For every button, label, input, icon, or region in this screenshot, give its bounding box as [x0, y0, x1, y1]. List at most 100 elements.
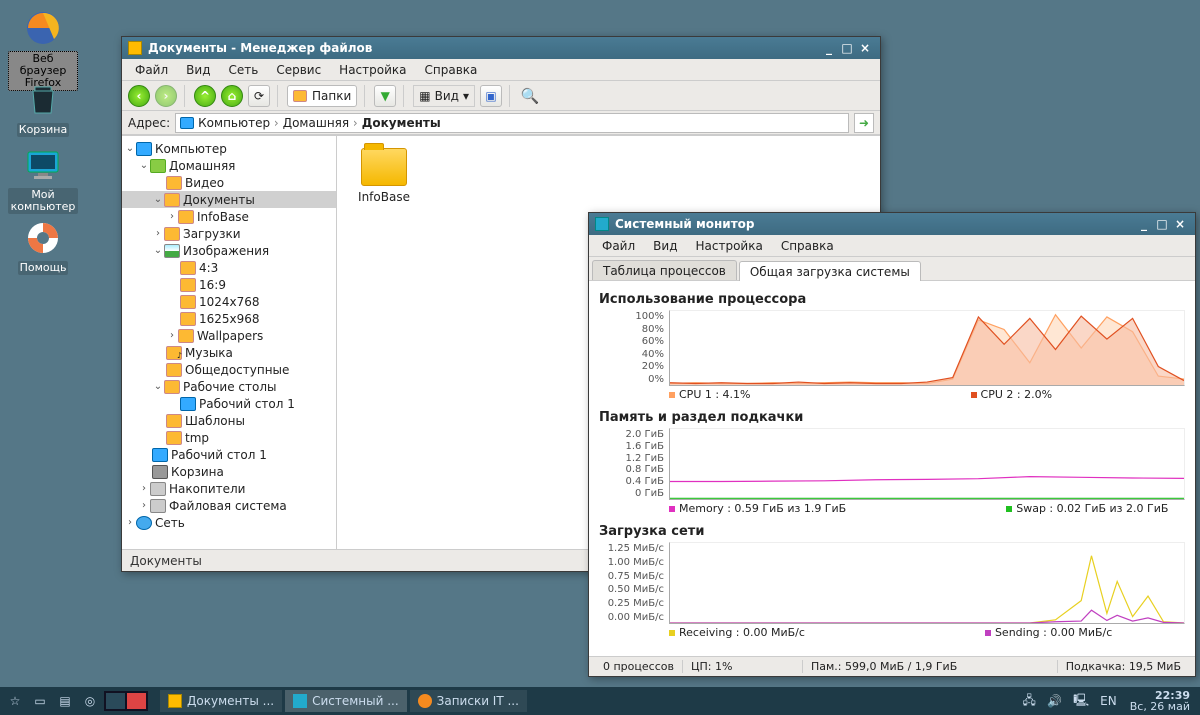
separator	[184, 85, 187, 107]
menu-tools[interactable]: Сервис	[269, 61, 328, 79]
tab-processes[interactable]: Таблица процессов	[592, 260, 737, 280]
menu-settings[interactable]: Настройка	[332, 61, 413, 79]
clock[interactable]: 22:39 Вс, 26 май	[1124, 690, 1196, 712]
monitor-status-bar: 0 процессов ЦП: 1% Пам.: 599,0 МиБ / 1,9…	[589, 656, 1195, 676]
separator	[277, 85, 280, 107]
search-button[interactable]: 🔍	[519, 85, 541, 107]
desktop-icon-label: Корзина	[17, 123, 69, 137]
menu-file[interactable]: Файл	[128, 61, 175, 79]
cpu-chart: 100%80%60%40%20%0%	[599, 310, 1185, 386]
firefox-icon	[23, 8, 63, 48]
desktop-icon-label: Мой компьютер	[8, 188, 78, 214]
monitor-icon	[293, 694, 307, 708]
section-cpu: Использование процессора	[599, 292, 1185, 307]
system-monitor-window: Системный монитор _ □ × Файл Вид Настрой…	[588, 212, 1196, 677]
section-net: Загрузка сети	[599, 524, 1185, 539]
go-button[interactable]: ➜	[854, 113, 874, 133]
lifebuoy-icon	[23, 218, 63, 258]
new-tab-button[interactable]: ▣	[480, 85, 502, 107]
folder-icon	[180, 261, 196, 275]
tray-volume-icon[interactable]: 🔊	[1043, 690, 1066, 712]
y-axis: 2.0 ГиБ1.6 ГиБ1.2 ГиБ0.8 ГиБ0.4 ГиБ0 ГиБ	[599, 428, 669, 500]
section-mem: Память и раздел подкачки	[599, 410, 1185, 425]
monitor-icon	[23, 145, 63, 185]
view-label: Вид	[435, 89, 459, 103]
grid-icon: ▦	[419, 89, 430, 103]
desktop-icon-computer[interactable]: Мой компьютер	[8, 145, 78, 214]
refresh-button[interactable]: ⟳	[248, 85, 270, 107]
menu-settings[interactable]: Настройка	[688, 237, 769, 255]
home-button[interactable]: ⌂	[221, 85, 243, 107]
keyboard-layout[interactable]: EN	[1096, 690, 1121, 712]
folders-toggle[interactable]: Папки	[287, 85, 357, 107]
separator	[509, 85, 512, 107]
folder-icon	[168, 694, 182, 708]
minimize-button[interactable]: _	[820, 41, 838, 55]
address-input[interactable]: Компьютер Домашняя Документы	[175, 113, 849, 133]
menu-help[interactable]: Справка	[418, 61, 485, 79]
mem-plot	[669, 428, 1185, 500]
file-item-infobase[interactable]: InfoBase	[349, 148, 419, 204]
desktop-icon-label: Помощь	[18, 261, 69, 275]
crumb-computer[interactable]: Компьютер	[198, 116, 279, 130]
close-button[interactable]: ×	[856, 41, 874, 55]
task-system-monitor[interactable]: Системный ...	[285, 690, 407, 712]
menu-help[interactable]: Справка	[774, 237, 841, 255]
forward-button[interactable]: ›	[155, 85, 177, 107]
computer-icon	[136, 142, 152, 156]
status-processes: 0 процессов	[595, 660, 683, 673]
menu-view[interactable]: Вид	[179, 61, 217, 79]
folder-icon	[180, 278, 196, 292]
view-mode[interactable]: ▦ Вид ▾	[413, 85, 475, 107]
desktop-icon-firefox[interactable]: Веб браузер Firefox	[8, 8, 78, 91]
folder-tree[interactable]: ⌄Компьютер ⌄Домашняя Видео ⌄Документы ›I…	[122, 136, 337, 549]
window-title: Системный монитор	[615, 217, 1135, 231]
maximize-button[interactable]: □	[838, 41, 856, 55]
menu-view[interactable]: Вид	[646, 237, 684, 255]
crumb-home[interactable]: Домашняя	[283, 116, 358, 130]
maximize-button[interactable]: □	[1153, 217, 1171, 231]
task-firefox[interactable]: Записки IT ...	[410, 690, 527, 712]
mem-legend: Memory : 0.59 ГиБ из 1.9 ГиБ Swap : 0.02…	[599, 500, 1185, 521]
tab-load[interactable]: Общая загрузка системы	[739, 261, 921, 281]
net-chart: 1.25 МиБ/с1.00 МиБ/с0.75 МиБ/с0.50 МиБ/с…	[599, 542, 1185, 624]
desktop-icon-trash[interactable]: Корзина	[8, 80, 78, 137]
close-button[interactable]: ×	[1171, 217, 1189, 231]
monitor-icon	[595, 217, 609, 231]
titlebar[interactable]: Документы - Менеджер файлов _ □ ×	[122, 37, 880, 59]
folder-icon	[164, 227, 180, 241]
show-desktop-button[interactable]: ▭	[29, 690, 51, 712]
minimize-button[interactable]: _	[1135, 217, 1153, 231]
desktop-icon	[152, 448, 168, 462]
workspace-pager[interactable]	[104, 691, 148, 711]
crumb-documents[interactable]: Документы	[362, 116, 441, 130]
file-label: InfoBase	[349, 190, 419, 204]
tray-network-icon[interactable]: 🖳	[1069, 690, 1093, 712]
up-button[interactable]: ^	[194, 85, 216, 107]
firefox-icon	[418, 694, 432, 708]
terminal-button[interactable]: ▤	[54, 690, 76, 712]
desktop-icon	[180, 397, 196, 411]
y-axis: 1.25 МиБ/с1.00 МиБ/с0.75 МиБ/с0.50 МиБ/с…	[599, 542, 669, 624]
mem-chart: 2.0 ГиБ1.6 ГиБ1.2 ГиБ0.8 ГиБ0.4 ГиБ0 ГиБ	[599, 428, 1185, 500]
titlebar[interactable]: Системный монитор _ □ ×	[589, 213, 1195, 235]
taskbar: ☆ ▭ ▤ ◎ Документы ... Системный ... Запи…	[0, 687, 1200, 715]
menu-file[interactable]: Файл	[595, 237, 642, 255]
status-mem: Пам.: 599,0 МиБ / 1,9 ГиБ	[803, 660, 1058, 673]
cpu-plot	[669, 310, 1185, 386]
trash-icon	[23, 80, 63, 120]
menu-bar: Файл Вид Сеть Сервис Настройка Справка	[122, 59, 880, 81]
start-button[interactable]: ☆	[4, 690, 26, 712]
filter-button[interactable]: ▼	[374, 85, 396, 107]
separator	[403, 85, 406, 107]
back-button[interactable]: ‹	[128, 85, 150, 107]
separator	[364, 85, 367, 107]
task-file-manager[interactable]: Документы ...	[160, 690, 282, 712]
folder-icon	[166, 176, 182, 190]
desktop-icon-help[interactable]: Помощь	[8, 218, 78, 275]
tree-documents-selected[interactable]: ⌄Документы	[122, 191, 336, 208]
apps-button[interactable]: ◎	[79, 690, 101, 712]
menu-network[interactable]: Сеть	[221, 61, 265, 79]
tray-display-icon[interactable]: 🖧	[1018, 690, 1040, 712]
folders-label: Папки	[312, 89, 351, 103]
